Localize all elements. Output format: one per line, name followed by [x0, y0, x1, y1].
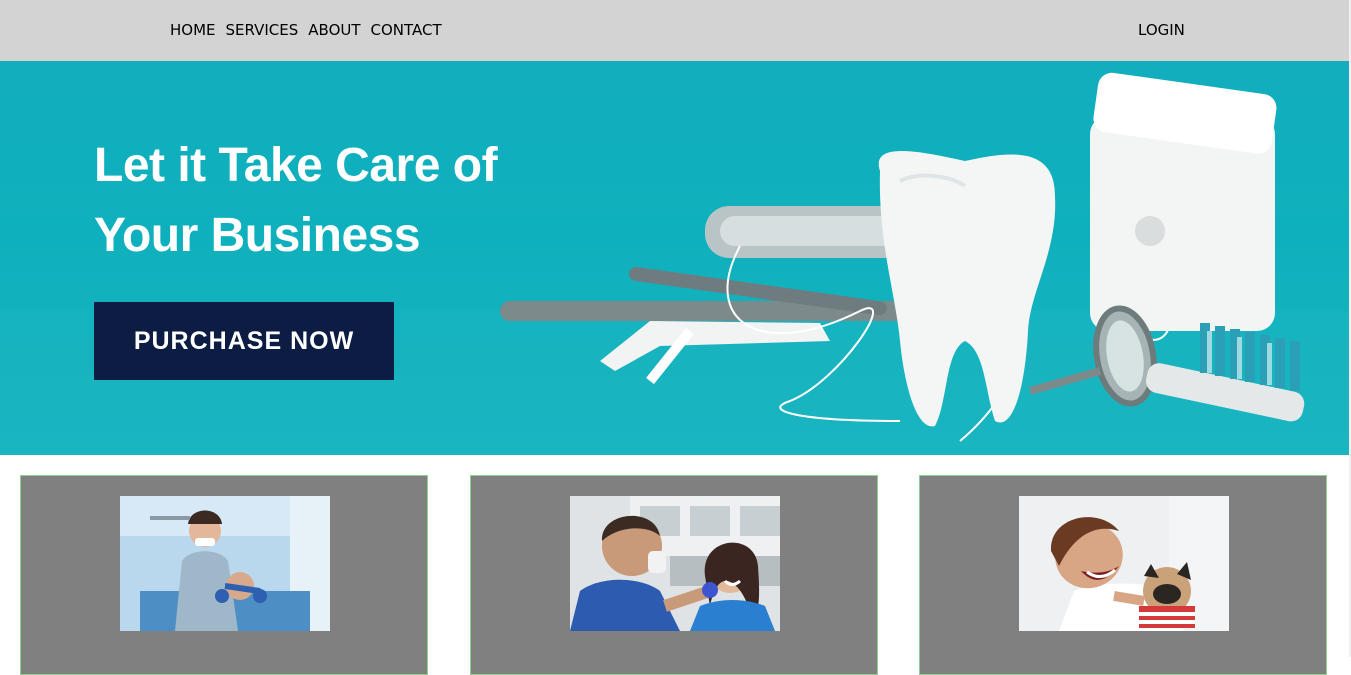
nav-about-link[interactable]: ABOUT	[308, 21, 360, 39]
hero-headline: Let it Take Care of Your Business	[94, 131, 614, 271]
service-card-3[interactable]	[919, 475, 1327, 675]
dentist-treating-patient-photo	[120, 496, 330, 631]
hero-headline-line-1: Let it Take Care of	[94, 139, 498, 192]
service-card-2[interactable]	[470, 475, 878, 675]
services-cards	[0, 455, 1349, 675]
login-link[interactable]: LOGIN	[1138, 21, 1185, 39]
hero-banner: Let it Take Care of Your Business PURCHA…	[0, 61, 1349, 455]
main-nav: HOME SERVICES ABOUT CONTACT	[170, 21, 442, 39]
service-card-1[interactable]	[20, 475, 428, 675]
purchase-now-button[interactable]: PURCHASE NOW	[94, 302, 394, 380]
nav-services-link[interactable]: SERVICES	[226, 21, 299, 39]
dentist-with-smiling-patient-photo	[570, 496, 780, 631]
nav-contact-link[interactable]: CONTACT	[371, 21, 442, 39]
top-navbar: HOME SERVICES ABOUT CONTACT LOGIN	[0, 0, 1349, 61]
nav-home-link[interactable]: HOME	[170, 21, 216, 39]
hero-headline-line-2: Your Business	[94, 209, 421, 262]
laughing-boy-with-puppy-photo	[1019, 496, 1229, 631]
